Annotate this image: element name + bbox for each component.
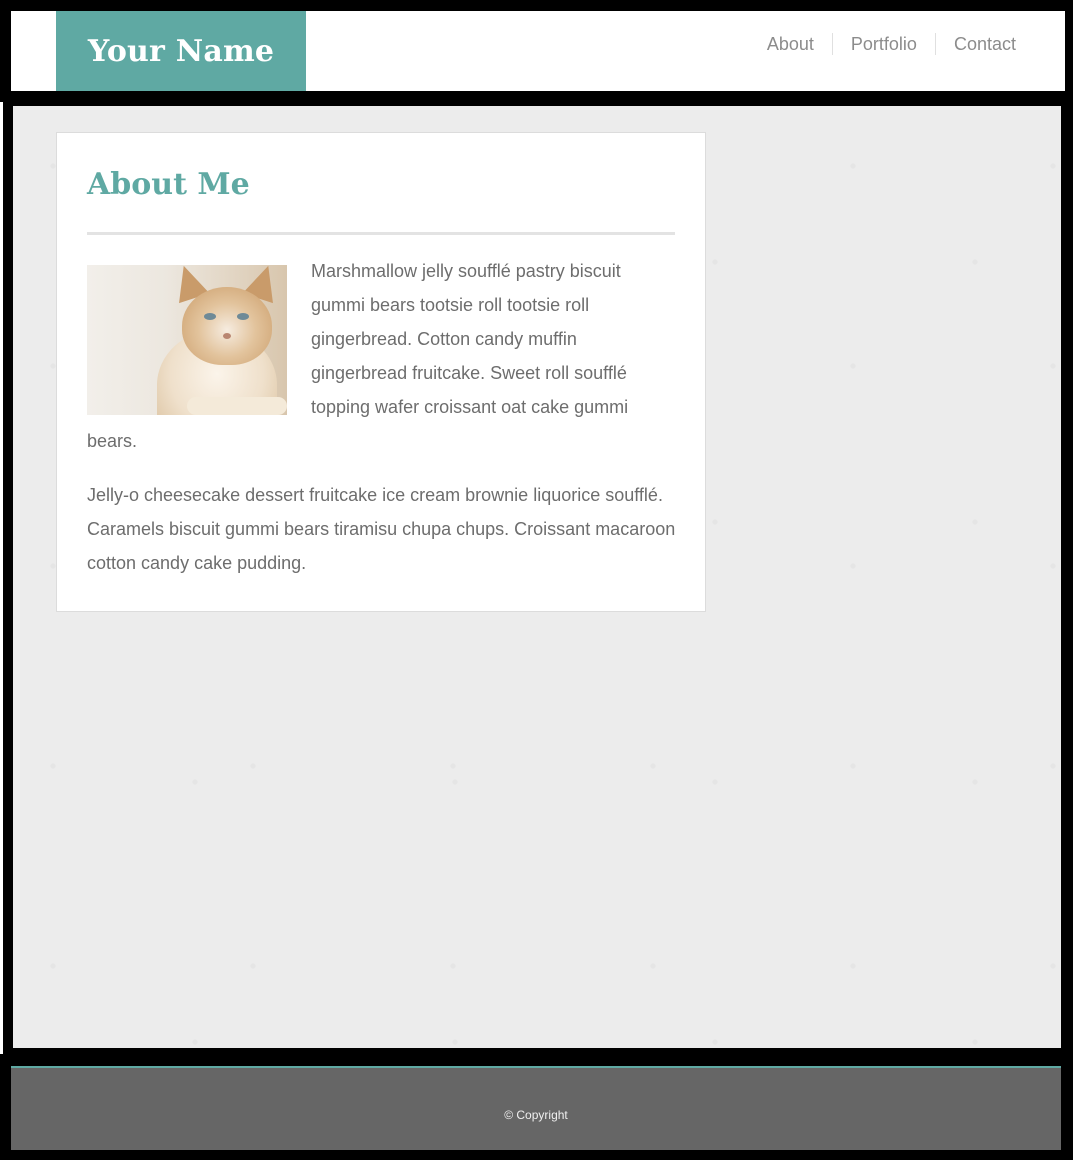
- footer-rail: [0, 1054, 1073, 1056]
- main-content: About Me Marshmallow jelly soufflé pastr…: [13, 106, 1061, 1048]
- nav-contact[interactable]: Contact: [934, 33, 1034, 55]
- about-body: Marshmallow jelly soufflé pastry biscuit…: [87, 254, 677, 600]
- cat-head-shape: [182, 287, 272, 365]
- main-nav: About Portfolio Contact: [749, 33, 1034, 55]
- about-card: About Me Marshmallow jelly soufflé pastr…: [56, 132, 706, 612]
- left-rail: [0, 102, 3, 1054]
- nav-about[interactable]: About: [749, 33, 832, 55]
- logo[interactable]: Your Name: [56, 11, 306, 91]
- cat-nose: [223, 333, 231, 339]
- site-header: Your Name About Portfolio Contact: [11, 11, 1065, 91]
- cat-photo: [87, 265, 287, 415]
- cat-right-eye: [237, 313, 249, 320]
- site-footer: © Copyright: [11, 1066, 1061, 1150]
- page-title: About Me: [87, 167, 250, 202]
- cat-paws: [187, 397, 287, 415]
- about-paragraph-2: Jelly-o cheesecake dessert fruitcake ice…: [87, 485, 676, 573]
- title-divider: [87, 232, 675, 235]
- nav-portfolio[interactable]: Portfolio: [831, 33, 935, 55]
- copyright-text: © Copyright: [504, 1108, 568, 1122]
- cat-left-eye: [204, 313, 216, 320]
- logo-text[interactable]: Your Name: [88, 34, 274, 69]
